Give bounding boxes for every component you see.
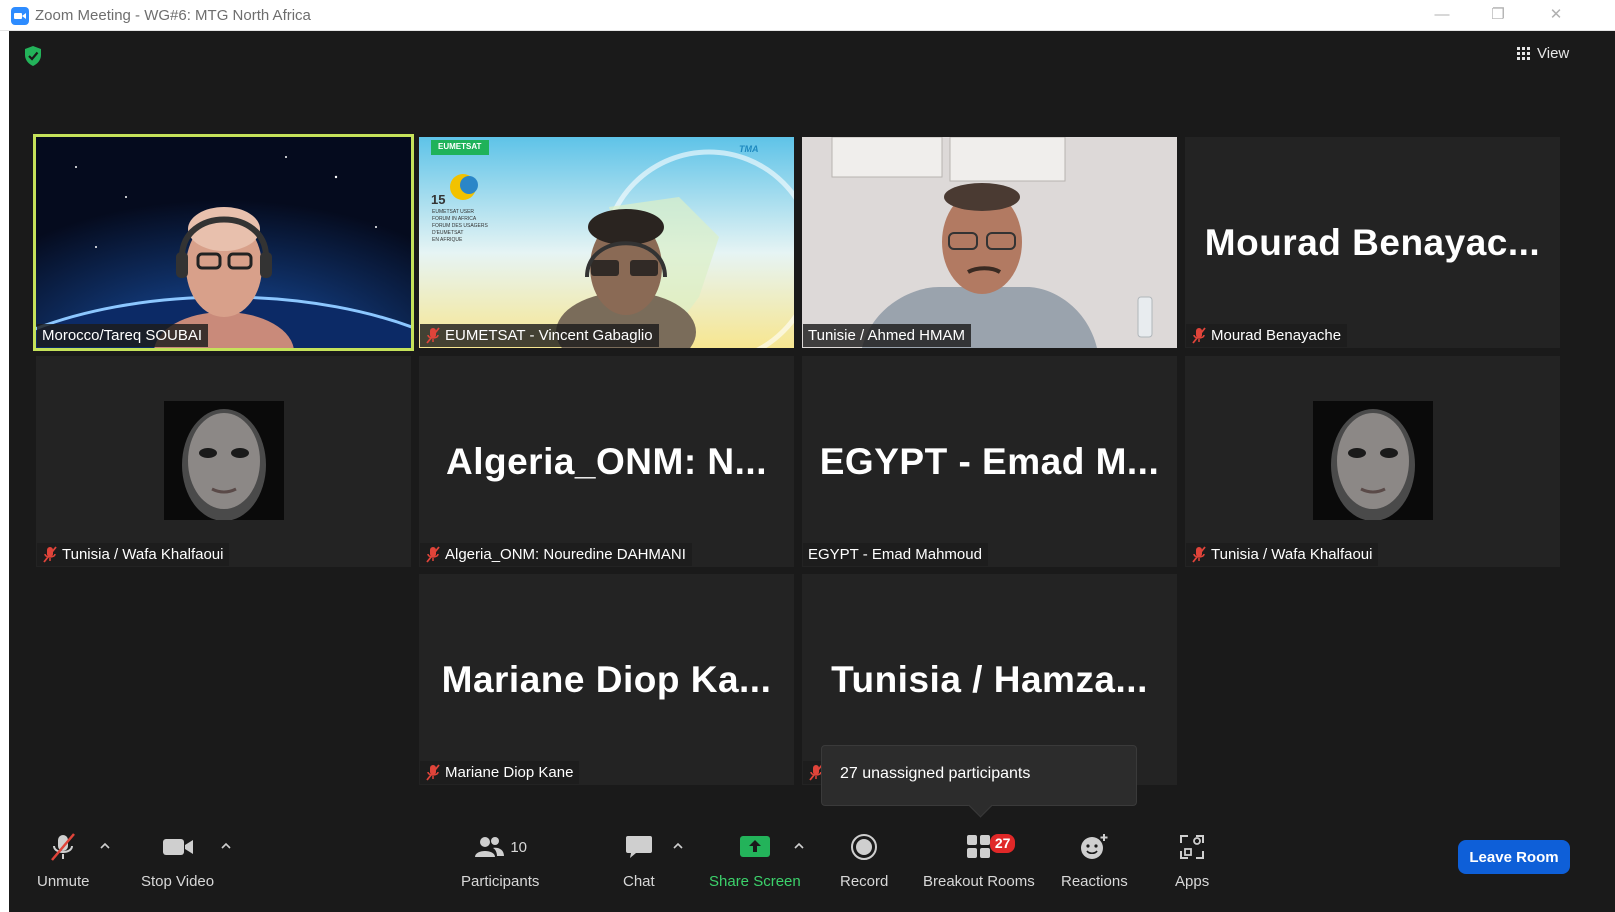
profile-avatar [1313,401,1433,520]
unmute-button[interactable]: Unmute [37,830,90,900]
chat-bubble-icon [625,836,652,858]
participant-display-name: Mourad Benayac... [1204,221,1541,263]
title-bar: Zoom Meeting - WG#6: MTG North Africa — … [0,0,1615,31]
share-screen-button[interactable]: Share Screen [709,830,801,900]
participant-name-tag: Mourad Benayache [1186,324,1348,347]
muted-microphone-icon [51,833,76,861]
zoom-app-icon [11,7,29,25]
participant-display-name: Mariane Diop Ka... [441,658,772,700]
participant-name-tag: Morocco/Tareq SOUBAI [37,324,209,347]
close-button[interactable]: ✕ [1544,4,1568,26]
apps-icon [1180,835,1205,859]
chat-button[interactable]: Chat [623,830,655,900]
muted-mic-icon [43,546,57,563]
stop-video-button[interactable]: Stop Video [141,830,214,900]
muted-mic-icon [426,546,440,563]
muted-mic-icon [426,327,440,344]
participant-name-tag: EUMETSAT - Vincent Gabaglio [420,324,659,347]
participant-display-name: EGYPT - Emad M... [819,440,1160,482]
eumetsat-logo: EUMETSAT [438,142,482,151]
video-tile-tareq[interactable]: Morocco/Tareq SOUBAI [33,134,414,351]
breakout-rooms-badge: 27 [989,834,1016,853]
leave-room-button[interactable]: Leave Room [1458,840,1570,874]
share-options-caret-icon[interactable] [792,839,806,853]
video-tile-vincent[interactable]: EUMETSAT TMA 15 EUMETSAT USER FORUM IN AF… [419,137,794,348]
participants-button[interactable]: 10 Participants [461,830,539,900]
video-tile-ahmed[interactable]: Tunisie / Ahmed HMAM [802,137,1177,348]
tma-logo: TMA [739,144,759,154]
minimize-button[interactable]: — [1430,4,1454,26]
video-camera-icon [162,839,193,855]
video-tile-nouredine[interactable]: Algeria_ONM: N... Algeria_ONM: Nouredine… [419,356,794,567]
video-options-caret-icon[interactable] [219,839,233,853]
participant-name-tag: Tunisia / Wafa Khalfaoui [37,543,230,566]
participant-name-tag: Mariane Diop Kane [420,761,580,784]
participant-display-name: Tunisia / Hamza... [831,658,1148,700]
space-background-video [36,137,411,348]
slide-number: 15 [431,192,446,207]
muted-mic-icon [1192,546,1206,563]
restore-button[interactable]: ❐ [1486,4,1510,26]
meeting-stage: View Morocco/Tareq SOUBAI EUMETSAT TMA 1… [9,31,1615,912]
muted-mic-icon [1192,327,1206,344]
apps-button[interactable]: Apps [1175,830,1209,900]
shield-icon[interactable] [23,45,43,67]
breakout-rooms-icon [966,835,990,858]
participants-icon [475,837,505,857]
muted-mic-icon [426,764,440,781]
participant-name-tag: Algeria_ONM: Nouredine DAHMANI [420,543,692,566]
share-screen-icon [739,836,770,857]
participant-name-tag: Tunisie / Ahmed HMAM [803,324,971,347]
video-tile-wafa-2[interactable]: Tunisia / Wafa Khalfaoui [1185,356,1560,567]
meeting-toolbar: Unmute Stop Video 10 Participants Chat S… [9,820,1615,912]
video-tile-emad[interactable]: EGYPT - Emad M... EGYPT - Emad Mahmoud [802,356,1177,567]
window-title: Zoom Meeting - WG#6: MTG North Africa [35,7,311,24]
record-button[interactable]: Record [840,830,888,900]
chat-options-caret-icon[interactable] [671,839,685,853]
video-tile-wafa[interactable]: Tunisia / Wafa Khalfaoui [36,356,411,567]
breakout-tooltip: 27 unassigned participants [821,745,1137,806]
tooltip-text: 27 unassigned participants [840,765,1031,782]
video-tile-mariane[interactable]: Mariane Diop Ka... Mariane Diop Kane [419,574,794,785]
slide-text: EUMETSAT USER FORUM IN AFRICA FORUM DES US… [432,209,488,243]
view-label: View [1537,44,1570,62]
view-button[interactable]: View [1517,42,1569,64]
reactions-smiley-icon [1081,834,1108,859]
breakout-rooms-button[interactable]: 27 Breakout Rooms [923,830,1035,900]
participant-display-name: Algeria_ONM: N... [446,440,767,482]
office-video [802,137,1177,348]
video-tile-mourad[interactable]: Mourad Benayac... Mourad Benayache [1185,137,1560,348]
reactions-button[interactable]: Reactions [1061,830,1128,900]
participant-name-tag: EGYPT - Emad Mahmoud [803,543,988,566]
participants-count: 10 [510,838,528,856]
audio-options-caret-icon[interactable] [98,839,112,853]
grid-view-icon [1517,46,1530,60]
participant-name-tag: Tunisia / Wafa Khalfaoui [1186,543,1379,566]
profile-avatar [164,401,284,520]
record-icon [851,834,878,860]
